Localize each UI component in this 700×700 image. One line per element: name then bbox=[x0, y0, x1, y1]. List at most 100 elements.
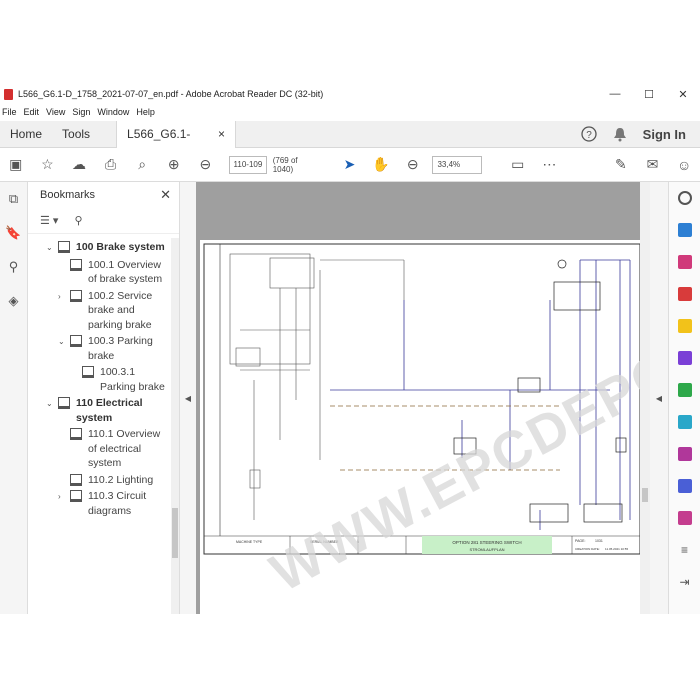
page-up-icon[interactable]: ⊕ bbox=[158, 153, 190, 177]
toolbar: ▣ ☆ ☁ ⎙ ⌕ ⊕ ⊖ 110-109 (769 of 1040) ➤ ✋ … bbox=[0, 148, 700, 182]
bookmark-icon bbox=[58, 397, 70, 409]
menu-bar: File Edit View Sign Window Help bbox=[0, 104, 700, 121]
page-value: 1031 bbox=[595, 539, 603, 543]
bookmark-icon bbox=[82, 366, 94, 378]
expand-chevron-icon[interactable]: ⌄ bbox=[46, 240, 58, 256]
bookmark-item[interactable]: 100.3.1 Parking brake bbox=[28, 363, 170, 394]
expand-chevron-icon[interactable]: › bbox=[58, 289, 70, 305]
collapse-left-panel-arrow[interactable]: ◀ bbox=[180, 182, 196, 614]
sign-pen-icon[interactable]: ✎ bbox=[605, 153, 637, 177]
help-icon[interactable]: ? bbox=[581, 126, 597, 142]
menu-sign[interactable]: Sign bbox=[70, 104, 95, 121]
bookmark-item[interactable]: 110.2 Lighting bbox=[28, 471, 170, 488]
app-window: L566_G6.1-D_1758_2021-07-07_en.pdf - Ado… bbox=[0, 84, 700, 614]
bookmark-item[interactable]: 100.1 Overview of brake system bbox=[28, 256, 170, 287]
maximize-button[interactable]: ☐ bbox=[632, 88, 666, 101]
star-icon[interactable]: ☆ bbox=[32, 153, 64, 177]
page-down-icon[interactable]: ⊖ bbox=[190, 153, 222, 177]
prepare-form-icon[interactable] bbox=[669, 502, 700, 534]
bookmark-label: 110.3 Circuit diagrams bbox=[88, 490, 147, 517]
edit-pdf-icon[interactable] bbox=[669, 246, 700, 278]
bookmark-item[interactable]: › 110.3 Circuit diagrams bbox=[28, 487, 170, 518]
sign-in-button[interactable]: Sign In bbox=[643, 127, 686, 142]
export-pdf-icon[interactable] bbox=[669, 214, 700, 246]
zoom-search-icon[interactable]: ⌕ bbox=[126, 153, 158, 177]
create-pdf-icon[interactable] bbox=[669, 278, 700, 310]
menu-file[interactable]: File bbox=[0, 104, 22, 121]
schematic-subtitle: STROMLAUFPLAN bbox=[469, 547, 504, 552]
bell-icon[interactable] bbox=[613, 126, 627, 142]
bookmark-item[interactable]: ⌄ 110 Electrical system bbox=[28, 394, 170, 425]
comment-icon[interactable]: ▭ bbox=[502, 153, 534, 177]
title-bar: L566_G6.1-D_1758_2021-07-07_en.pdf - Ado… bbox=[0, 84, 700, 104]
bookmark-label: 100.2 Service brake and parking brake bbox=[88, 289, 153, 331]
minimize-button[interactable]: — bbox=[598, 88, 632, 100]
close-button[interactable]: ✕ bbox=[666, 88, 700, 101]
fill-sign-icon[interactable] bbox=[669, 438, 700, 470]
document-scroll-thumb[interactable] bbox=[642, 488, 648, 502]
zoom-select[interactable]: 33,4% bbox=[432, 155, 482, 174]
bookmark-label: 100 Brake system bbox=[76, 241, 165, 253]
scan-ocr-icon[interactable] bbox=[669, 406, 700, 438]
expand-chevron-icon[interactable]: ⌄ bbox=[58, 334, 70, 350]
zoom-tool-icon[interactable] bbox=[669, 182, 700, 214]
layers-icon[interactable]: ◈ bbox=[0, 284, 27, 318]
protect-icon[interactable] bbox=[669, 470, 700, 502]
bookmark-item[interactable]: › 100.2 Service brake and parking brake bbox=[28, 287, 170, 333]
bookmark-item[interactable]: 110.1 Overview of electrical system bbox=[28, 425, 170, 471]
bookmarks-scrollbar[interactable] bbox=[171, 238, 179, 614]
zoom-out-icon[interactable]: ⊖ bbox=[397, 153, 429, 177]
bookmark-rail-icon[interactable]: 🔖 bbox=[0, 216, 27, 250]
bookmarks-scroll-thumb[interactable] bbox=[172, 508, 178, 558]
expand-chevron-icon[interactable]: ⌄ bbox=[46, 396, 58, 412]
expand-tools-icon[interactable]: ⇥ bbox=[669, 566, 700, 598]
expand-right-panel-arrow[interactable]: ◀ bbox=[650, 182, 668, 614]
tabbar-right: ? Sign In bbox=[581, 126, 700, 142]
cloud-upload-icon[interactable]: ☁ bbox=[63, 153, 95, 177]
attachment-icon[interactable]: ⚲ bbox=[0, 250, 27, 284]
menu-help[interactable]: Help bbox=[134, 104, 160, 121]
page-number-input[interactable]: 110-109 bbox=[229, 155, 267, 174]
pages-icon[interactable]: ⧉ bbox=[0, 182, 27, 216]
bookmarks-tools: ☰ ▾ ⚲ bbox=[28, 208, 179, 234]
machine-type-label: MACHINE TYPE bbox=[236, 540, 263, 544]
mail-icon[interactable]: ✉ bbox=[637, 153, 669, 177]
tab-bar: Home Tools L566_G6.1-D_1758... × ? Sign … bbox=[0, 120, 700, 168]
select-cursor-icon[interactable]: ➤ bbox=[334, 153, 366, 177]
left-rail: ⧉ 🔖 ⚲ ◈ bbox=[0, 182, 28, 614]
bookmark-label: 110.1 Overview of electrical system bbox=[88, 428, 161, 469]
expand-chevron-icon[interactable]: › bbox=[58, 489, 70, 505]
bookmarks-title: Bookmarks bbox=[40, 189, 96, 201]
organize-pages-icon[interactable] bbox=[669, 374, 700, 406]
close-panel-icon[interactable]: ✕ bbox=[160, 187, 171, 203]
find-bookmark-icon[interactable]: ⚲ bbox=[74, 214, 82, 227]
hand-tool-icon[interactable]: ✋ bbox=[365, 153, 397, 177]
bookmark-icon bbox=[70, 335, 82, 347]
comment-tool-icon[interactable] bbox=[669, 310, 700, 342]
bookmark-icon bbox=[70, 289, 82, 302]
tab-document[interactable]: L566_G6.1-D_1758... × bbox=[116, 120, 237, 168]
save-icon[interactable]: ▣ bbox=[0, 153, 32, 177]
options-list-icon[interactable]: ☰ ▾ bbox=[40, 214, 58, 227]
document-scrollbar[interactable] bbox=[640, 182, 650, 614]
bookmark-item[interactable]: ⌄ 100.3 Parking brake bbox=[28, 332, 170, 363]
bookmarks-header: Bookmarks ✕ bbox=[28, 182, 179, 208]
menu-view[interactable]: View bbox=[44, 104, 70, 121]
document-area[interactable]: MACHINE TYPE SERIAL NUMBER OPTION 281 ST… bbox=[196, 182, 650, 614]
tab-home[interactable]: Home bbox=[0, 121, 52, 148]
share-user-icon[interactable]: ☺ bbox=[668, 153, 700, 177]
print-icon[interactable]: ⎙ bbox=[95, 153, 127, 177]
menu-edit[interactable]: Edit bbox=[22, 104, 45, 121]
bookmark-item[interactable]: ⌄ 100 Brake system bbox=[28, 238, 170, 256]
more-icon[interactable]: ⋯ bbox=[534, 153, 566, 177]
tab-close-icon[interactable]: × bbox=[218, 121, 225, 148]
menu-window[interactable]: Window bbox=[95, 104, 134, 121]
right-tools-pane: ≡ ⇥ bbox=[668, 182, 700, 614]
creation-date-value: 11.05.2021 10:55 bbox=[605, 547, 628, 551]
more-tools-icon[interactable]: ≡ bbox=[669, 534, 700, 566]
combine-files-icon[interactable] bbox=[669, 342, 700, 374]
tab-tools[interactable]: Tools bbox=[52, 121, 100, 148]
